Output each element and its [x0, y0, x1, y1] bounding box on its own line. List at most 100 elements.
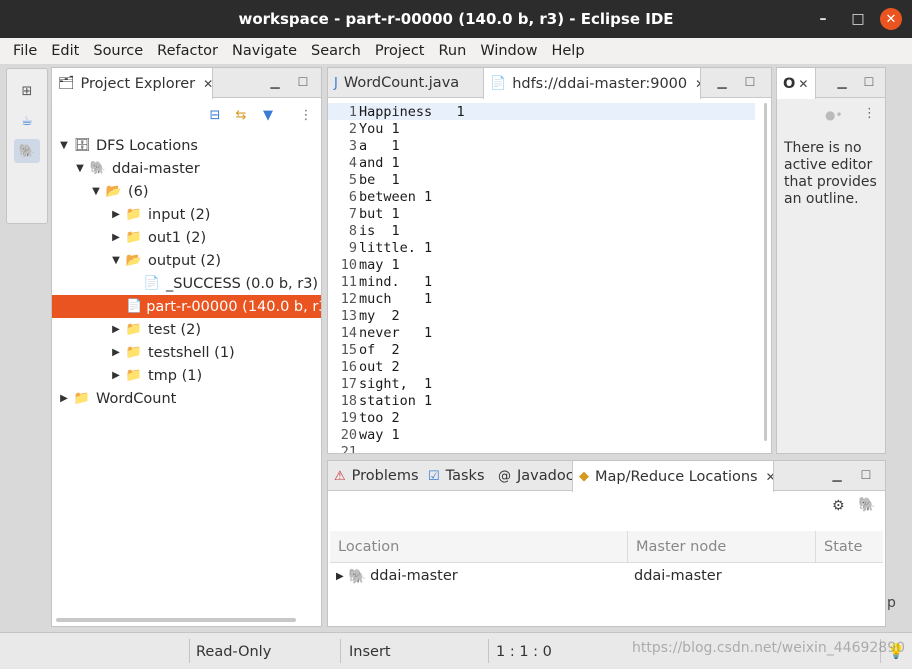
view-menu-icon[interactable]: ⋮ [296, 105, 316, 125]
tree-item-input[interactable]: ▶ 📁 input (2) [52, 203, 321, 226]
column-location[interactable]: Location [330, 531, 628, 563]
vertical-scrollbar[interactable] [764, 103, 767, 441]
filter-icon[interactable]: ▼ [258, 105, 278, 125]
tab-hdfs-file[interactable]: 📄 hdfs://ddai-master:9000 ✕ [483, 68, 701, 99]
editor-tabbar: J WordCount.java 📄 hdfs://ddai-master:90… [328, 68, 771, 99]
tab-tasks[interactable]: ☑ Tasks [422, 461, 492, 491]
view-menu-icon[interactable]: ⋮ [863, 106, 876, 121]
new-location-icon[interactable]: 🐘 [858, 497, 875, 513]
close-icon[interactable]: ✕ [203, 77, 212, 91]
collapse-arrow-icon[interactable]: ▶ [108, 324, 124, 335]
menu-help[interactable]: Help [544, 43, 591, 59]
tree-item-part-r-00000[interactable]: 📄 part-r-00000 (140.0 b, r3) [52, 295, 321, 318]
tree-item-testshell[interactable]: ▶ 📁 testshell (1) [52, 341, 321, 364]
link-with-editor-icon[interactable]: ⇆ [231, 105, 251, 125]
expand-arrow-icon[interactable]: ▼ [56, 140, 72, 151]
text-editor[interactable]: 1 Happiness 1 2 You 1 3a 1 4 and 1 5 be 1 6b… [328, 99, 771, 453]
editor-line: 3a 1 [348, 137, 400, 154]
elephant-icon: 🐘 [348, 568, 367, 585]
workbench: ⊞ ☕ 🐘 🗂 Project Explorer ✕ ▁ ☐ ⊟ ⇆ ▼ ⋮ ▼… [0, 64, 912, 669]
tab-wordcount-java[interactable]: J WordCount.java [328, 68, 483, 98]
project-explorer-icon: 🗂 [58, 76, 75, 91]
menu-bar: File Edit Source Refactor Navigate Searc… [0, 38, 912, 64]
tree-item-ddai-master[interactable]: ▼ 🐘 ddai-master [52, 157, 321, 180]
folder-icon: 📁 [125, 345, 143, 360]
expand-arrow-icon[interactable]: ▶ [336, 571, 348, 582]
menu-navigate[interactable]: Navigate [225, 43, 304, 59]
expand-arrow-icon[interactable]: ▼ [72, 163, 88, 174]
tab-problems[interactable]: ⚠ Problems [328, 461, 422, 491]
minimize-view-icon[interactable]: ▁ [714, 74, 730, 90]
tree-item-test[interactable]: ▶ 📁 test (2) [52, 318, 321, 341]
tree-item-tmp[interactable]: ▶ 📁 tmp (1) [52, 364, 321, 387]
menu-run[interactable]: Run [432, 43, 474, 59]
column-master-node[interactable]: Master node [628, 531, 816, 563]
tree-item-wordcount[interactable]: ▶ 📁 WordCount [52, 387, 321, 410]
maximize-view-icon[interactable]: ☐ [742, 74, 758, 90]
menu-edit[interactable]: Edit [44, 43, 86, 59]
mapreduce-perspective-icon[interactable]: 🐘 [14, 139, 40, 163]
menu-source[interactable]: Source [86, 43, 150, 59]
collapse-all-icon[interactable]: ⊟ [205, 105, 225, 125]
outline-panel: O ✕ ▁ ☐ ●• ⋮ There is no active editor t… [776, 67, 886, 454]
collapse-arrow-icon[interactable]: ▶ [56, 393, 72, 404]
editor-line: 4 and 1 [348, 154, 400, 171]
tab-mapreduce-locations[interactable]: ◆ Map/Reduce Locations ✕ [572, 461, 774, 492]
edit-location-icon[interactable]: ⚙ [832, 498, 845, 514]
minimize-button[interactable]: – [812, 8, 834, 30]
maximize-view-icon[interactable]: ☐ [858, 467, 874, 483]
folder-open-icon: 📂 [105, 184, 123, 199]
collapse-arrow-icon[interactable]: ▶ [108, 209, 124, 220]
java-file-icon: J [334, 75, 338, 91]
expand-arrow-icon[interactable]: ▼ [108, 255, 124, 266]
tree-item-success-file[interactable]: 📄 _SUCCESS (0.0 b, r3) [52, 272, 321, 295]
editor-line: 9 little. 1 [348, 239, 433, 256]
minimize-view-icon[interactable]: ▁ [829, 467, 845, 483]
close-button[interactable]: ✕ [880, 8, 902, 30]
menu-project[interactable]: Project [368, 43, 432, 59]
table-row[interactable]: ▶ 🐘 ddai-master ddai-master [330, 563, 883, 589]
close-icon[interactable]: ✕ [695, 77, 700, 91]
collapse-arrow-icon[interactable]: ▶ [108, 232, 124, 243]
folder-icon: 📁 [125, 207, 143, 222]
java-perspective-icon[interactable]: ☕ [14, 109, 40, 133]
tree-item-out1[interactable]: ▶ 📁 out1 (2) [52, 226, 321, 249]
collapse-arrow-icon[interactable]: ▶ [108, 347, 124, 358]
column-state[interactable]: State [816, 531, 883, 563]
horizontal-scrollbar[interactable] [56, 618, 296, 622]
menu-refactor[interactable]: Refactor [150, 43, 225, 59]
expand-arrow-icon[interactable]: ▼ [88, 186, 104, 197]
collapse-arrow-icon[interactable]: ▶ [108, 370, 124, 381]
project-explorer-toolbar: ⊟ ⇆ ▼ ⋮ [52, 99, 321, 131]
minimize-view-icon[interactable]: ▁ [267, 74, 283, 90]
tab-project-explorer[interactable]: 🗂 Project Explorer ✕ [51, 68, 213, 99]
editor-line: 12 much 1 [340, 290, 433, 307]
close-icon[interactable]: ✕ [798, 77, 808, 91]
tree-item-dfs-locations[interactable]: ▼ 🗄 DFS Locations [52, 134, 321, 157]
editor-line: 13 my 2 [340, 307, 400, 324]
editor-line: 17 sight, 1 [340, 375, 433, 392]
editor-line: 2 You 1 [348, 120, 400, 137]
bottom-panel: ⚠ Problems ☑ Tasks @ Javadoc ◆ Map/Reduc… [327, 460, 896, 627]
close-icon[interactable]: ✕ [766, 470, 773, 484]
tree-item-root-folder[interactable]: ▼ 📂 (6) [52, 180, 321, 203]
file-icon: 📄 [143, 276, 161, 291]
open-perspective-icon[interactable]: ⊞ [14, 79, 40, 103]
tab-javadoc[interactable]: @ Javadoc [492, 461, 572, 491]
cut-off-label: p [887, 595, 896, 611]
maximize-view-icon[interactable]: ☐ [295, 74, 311, 90]
tree-item-output[interactable]: ▼ 📂 output (2) [52, 249, 321, 272]
bottom-tabbar: ⚠ Problems ☑ Tasks @ Javadoc ◆ Map/Reduc… [328, 461, 885, 492]
menu-search[interactable]: Search [304, 43, 368, 59]
maximize-button[interactable]: □ [847, 8, 869, 30]
project-icon: 📁 [73, 391, 91, 406]
menu-file[interactable]: File [6, 43, 44, 59]
window-titlebar: workspace - part-r-00000 (140.0 b, r3) -… [0, 0, 912, 38]
locations-table-header: Location Master node State [330, 531, 883, 563]
editor-line: 5 be 1 [348, 171, 400, 188]
menu-window[interactable]: Window [473, 43, 544, 59]
minimize-view-icon[interactable]: ▁ [834, 74, 850, 90]
maximize-view-icon[interactable]: ☐ [861, 74, 877, 90]
elephant-icon: 🐘 [89, 161, 107, 176]
tab-outline[interactable]: O ✕ [776, 68, 816, 99]
